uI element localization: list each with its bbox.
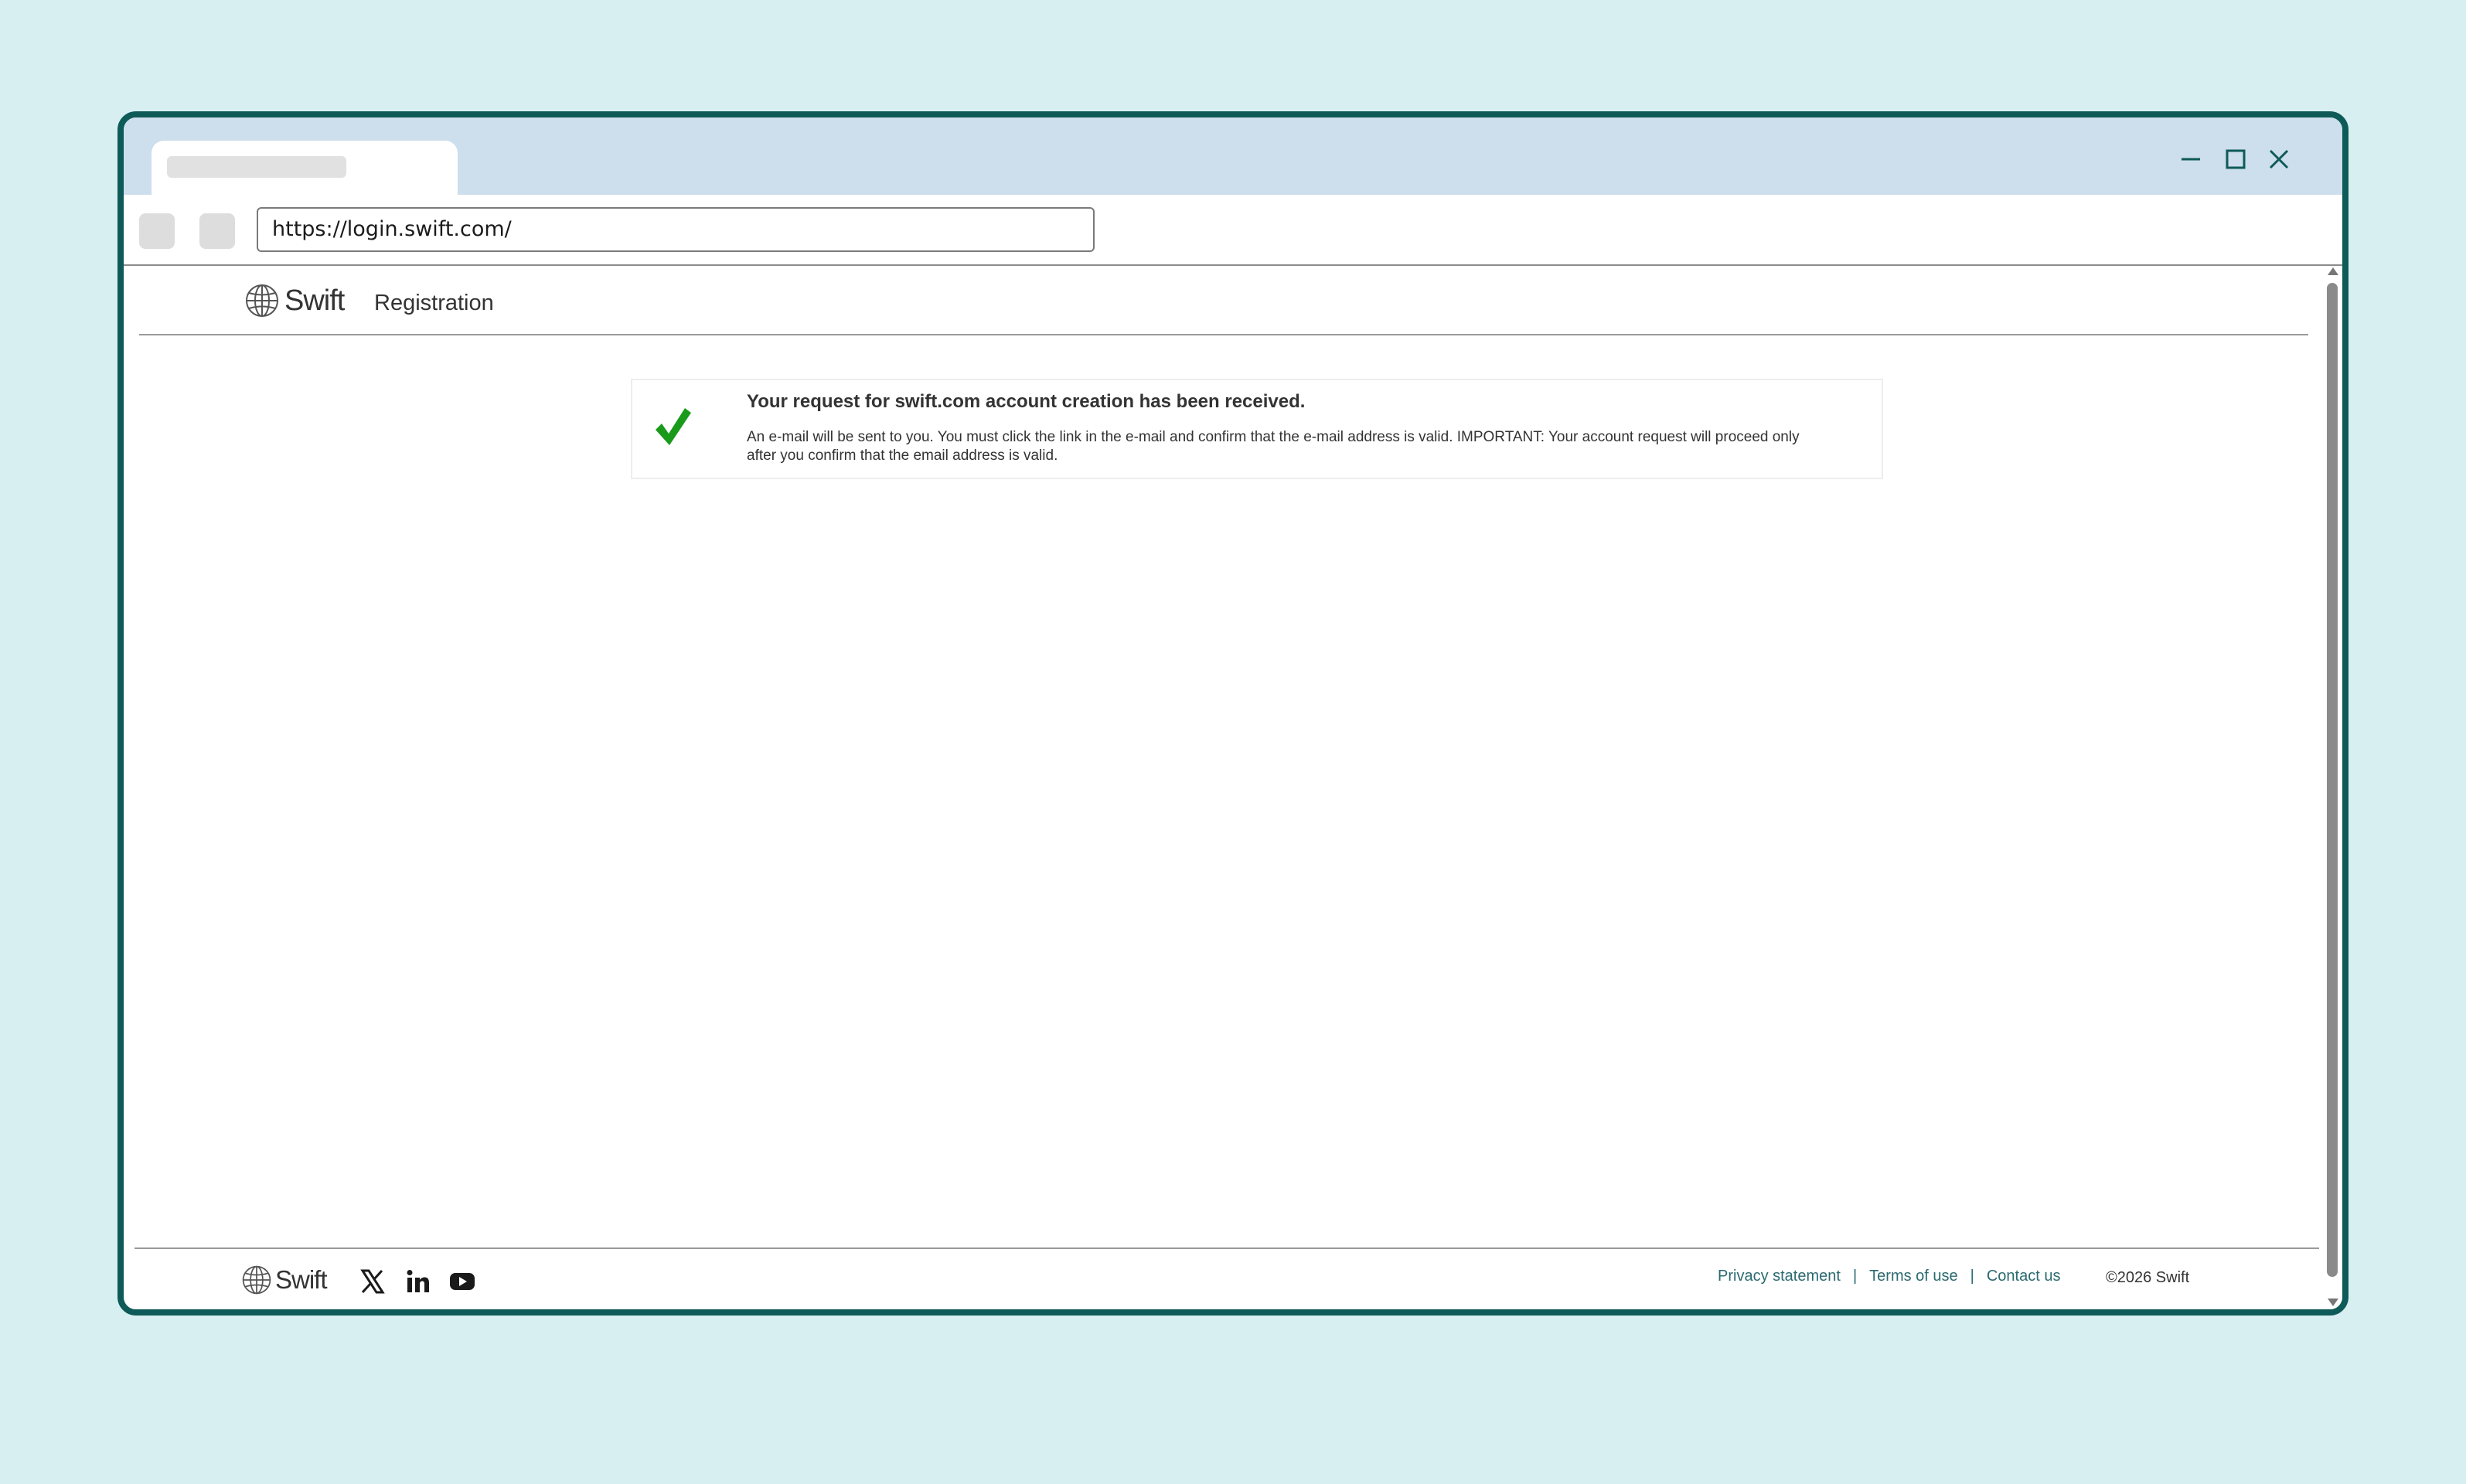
browser-window: https://login.swift.com/ Swift Registrat… — [118, 111, 2348, 1316]
terms-of-use-link[interactable]: Terms of use — [1869, 1268, 1957, 1285]
confirmation-notice: Your request for swift.com account creat… — [631, 379, 1883, 479]
logo-text: Swift — [284, 284, 345, 317]
vertical-scrollbar[interactable] — [2322, 266, 2342, 1309]
browser-toolbar: https://login.swift.com/ — [124, 195, 2342, 266]
back-button[interactable] — [139, 213, 175, 249]
globe-icon — [246, 284, 278, 317]
x-icon[interactable] — [359, 1268, 387, 1295]
footer-swift-logo[interactable]: Swift — [241, 1264, 328, 1295]
copyright-text: ©2026 Swift — [2106, 1269, 2190, 1286]
tab-title-placeholder — [167, 156, 346, 178]
footer-separator: | — [1970, 1268, 1974, 1285]
footer-links: Privacy statement | Terms of use | Conta… — [1718, 1268, 2060, 1285]
swift-logo[interactable]: Swift — [244, 283, 345, 318]
footer-separator: | — [1852, 1268, 1858, 1285]
scroll-up-arrow-icon[interactable] — [2328, 267, 2338, 275]
site-footer: Swift Privacy statement | Terms of use |… — [135, 1247, 2319, 1309]
address-bar[interactable]: https://login.swift.com/ — [257, 207, 1095, 252]
close-icon[interactable] — [2265, 145, 2293, 173]
page-content: Swift Registration Your request for swif… — [124, 266, 2342, 1309]
globe-icon — [242, 1265, 271, 1295]
browser-tab[interactable] — [152, 141, 458, 195]
site-header: Swift Registration — [139, 266, 2308, 335]
footer-logo-text: Swift — [275, 1265, 328, 1294]
tab-bar — [124, 117, 2342, 195]
forward-button[interactable] — [199, 213, 235, 249]
contact-us-link[interactable]: Contact us — [1987, 1268, 2061, 1285]
scroll-down-arrow-icon[interactable] — [2328, 1298, 2338, 1306]
page-title: Registration — [374, 291, 494, 315]
youtube-icon[interactable] — [448, 1268, 476, 1295]
maximize-icon[interactable] — [2222, 145, 2250, 173]
linkedin-icon[interactable] — [404, 1268, 431, 1295]
notice-body: An e-mail will be sent to you. You must … — [747, 429, 1800, 464]
notice-title: Your request for swift.com account creat… — [747, 391, 1306, 412]
checkmark-icon — [654, 407, 693, 448]
privacy-statement-link[interactable]: Privacy statement — [1718, 1268, 1841, 1285]
scroll-thumb[interactable] — [2327, 283, 2338, 1277]
minimize-icon[interactable] — [2177, 145, 2205, 173]
